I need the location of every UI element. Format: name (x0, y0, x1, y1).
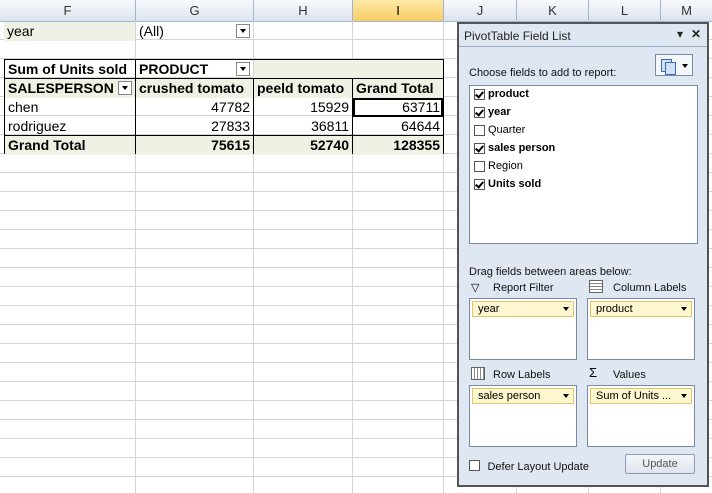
field-year[interactable]: year (474, 104, 511, 120)
field-product-label: product (488, 88, 529, 100)
chevron-down-icon (682, 64, 688, 68)
report-filter-area[interactable]: year (469, 298, 577, 360)
row-labels-icon (471, 367, 485, 380)
chevron-down-icon[interactable] (681, 307, 687, 311)
grand-total-all[interactable]: 128355 (353, 136, 443, 155)
sigma-icon: Σ (589, 365, 598, 380)
col-header-grand-total[interactable]: Grand Total (353, 79, 443, 98)
field-quarter-label: Quarter (488, 124, 526, 136)
pivot-field-list-panel: PivotTable Field List ▾ ✕ Choose fields … (457, 22, 709, 487)
filter-dropdown-icon[interactable] (236, 24, 250, 38)
grand-total-label[interactable]: Grand Total (5, 136, 135, 155)
panel-title: PivotTable Field List (464, 29, 571, 43)
values-chip[interactable]: Sum of Units ... (590, 388, 692, 404)
drag-fields-label: Drag fields between areas below: (469, 266, 632, 278)
field-region-checkbox[interactable] (474, 160, 485, 172)
row-labels-chip[interactable]: sales person (472, 388, 574, 404)
field-region-label: Region (488, 160, 523, 172)
column-header-k[interactable]: K (517, 0, 589, 21)
field-list-box: product year Quarter sales person Region… (469, 85, 698, 244)
chevron-down-icon[interactable] (681, 394, 687, 398)
column-labels-chip-label: product (596, 303, 633, 315)
values-label: Values (613, 369, 646, 381)
report-filter-chip-label: year (478, 303, 500, 315)
panel-dropdown-icon[interactable]: ▾ (677, 27, 683, 41)
grand-total-peeld[interactable]: 52740 (254, 136, 352, 155)
report-filter-label: Report Filter (493, 282, 554, 294)
field-product[interactable]: product (474, 86, 529, 102)
field-quarter[interactable]: Quarter (474, 122, 525, 138)
field-year-label: year (488, 106, 511, 118)
column-header-l[interactable]: L (589, 0, 661, 21)
row-labels-label: Row Labels (493, 369, 551, 381)
field-units-sold[interactable]: Units sold (474, 176, 541, 192)
row-field-dropdown-icon[interactable] (118, 81, 132, 95)
field-region[interactable]: Region (474, 158, 523, 174)
cell-chen-total[interactable]: 63711 (353, 98, 443, 117)
column-labels-chip[interactable]: product (590, 301, 692, 317)
column-header-g[interactable]: G (136, 0, 254, 21)
column-labels-icon (589, 280, 603, 293)
cell-rodriguez-peeld[interactable]: 36811 (254, 117, 352, 136)
column-header-i[interactable]: I (353, 0, 444, 21)
cell-chen-peeld[interactable]: 15929 (254, 98, 352, 117)
close-icon[interactable]: ✕ (691, 27, 701, 41)
defer-layout-update[interactable]: Defer Layout Update (469, 457, 589, 475)
field-units-sold-checkbox[interactable] (474, 178, 485, 190)
column-labels-area[interactable]: product (587, 298, 695, 360)
column-header-bar: F G H I J K L M (0, 0, 712, 22)
col-header-crushed[interactable]: crushed tomato (136, 79, 253, 98)
field-units-sold-label: Units sold (488, 178, 542, 190)
update-button[interactable]: Update (625, 454, 695, 474)
row-label-rodriguez[interactable]: rodriguez (5, 117, 135, 136)
field-quarter-checkbox[interactable] (474, 124, 485, 136)
column-header-h[interactable]: H (254, 0, 353, 21)
column-header-j[interactable]: J (444, 0, 517, 21)
defer-layout-label: Defer Layout Update (487, 461, 589, 473)
defer-layout-checkbox[interactable] (469, 460, 480, 472)
values-area[interactable]: Sum of Units ... (587, 385, 695, 447)
filter-label-cell[interactable]: year (4, 22, 135, 41)
column-header-f[interactable]: F (0, 0, 136, 21)
choose-fields-label: Choose fields to add to report: (469, 67, 617, 79)
grand-total-crushed[interactable]: 75615 (136, 136, 253, 155)
layout-button[interactable] (655, 54, 693, 76)
row-label-chen[interactable]: chen (5, 98, 135, 117)
cell-rodriguez-crushed[interactable]: 27833 (136, 117, 253, 136)
values-chip-label: Sum of Units ... (596, 390, 672, 402)
row-labels-area[interactable]: sales person (469, 385, 577, 447)
chevron-down-icon[interactable] (563, 307, 569, 311)
filter-icon: ▽ (471, 282, 480, 294)
field-sales-person-checkbox[interactable] (474, 142, 485, 154)
field-year-checkbox[interactable] (474, 106, 485, 118)
field-sales-person-label: sales person (488, 142, 556, 154)
pivot-row-field[interactable]: SALESPERSON (5, 79, 135, 98)
pivot-value-header[interactable]: Sum of Units sold (5, 60, 135, 79)
field-product-checkbox[interactable] (474, 88, 485, 100)
column-header-m[interactable]: M (661, 0, 712, 21)
chevron-down-icon[interactable] (563, 394, 569, 398)
column-labels-label: Column Labels (613, 282, 687, 294)
cell-chen-crushed[interactable]: 47782 (136, 98, 253, 117)
report-filter-chip[interactable]: year (472, 301, 574, 317)
column-field-dropdown-icon[interactable] (236, 62, 250, 76)
field-sales-person[interactable]: sales person (474, 140, 555, 156)
cell-rodriguez-total[interactable]: 64644 (353, 117, 443, 136)
row-labels-chip-label: sales person (478, 390, 541, 402)
col-header-peeld[interactable]: peeld tomato (254, 79, 352, 98)
